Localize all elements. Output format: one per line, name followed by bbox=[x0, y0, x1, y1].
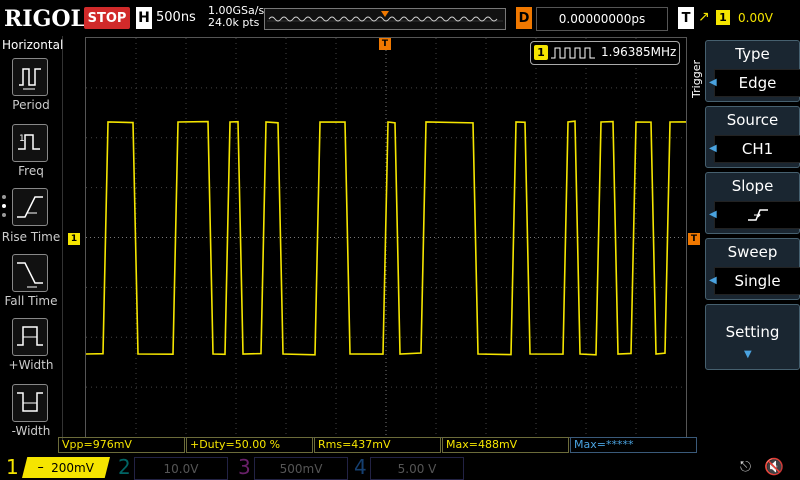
trigger-setting-title: Setting bbox=[706, 323, 799, 341]
frequency-readout: 1 1.96385MHz bbox=[530, 41, 680, 65]
svg-text:1: 1 bbox=[19, 134, 25, 144]
rise-time-label: Rise Time bbox=[0, 230, 62, 244]
trigger-source-value: CH1 bbox=[714, 135, 800, 163]
ch1-offset-marker[interactable]: 1 bbox=[68, 233, 80, 245]
left-arrow-icon: ◀ bbox=[709, 209, 717, 220]
acquisition-info: 1.00GSa/s 24.0k pts bbox=[208, 5, 264, 29]
trigger-menu-label: Trigger bbox=[690, 60, 703, 98]
horizontal-label: H bbox=[136, 7, 152, 29]
trigger-slope-value bbox=[714, 201, 800, 229]
ch1-scale-value: 200mV bbox=[51, 461, 94, 475]
measurement-max[interactable]: Max=488mV bbox=[442, 437, 569, 453]
left-arrow-icon: ◀ bbox=[709, 77, 717, 88]
minus-width-label: -Width bbox=[0, 424, 62, 438]
channel-status-bar: 1 ⎯ 200mV 2 10.0V 3 500mV 4 5.00 V ⎋ 🔇 bbox=[0, 455, 800, 480]
memory-overview-bar[interactable] bbox=[264, 8, 506, 30]
speaker-muted-icon[interactable]: 🔇 bbox=[764, 457, 784, 476]
ch4-scale-value: 5.00 V bbox=[398, 462, 437, 476]
trigger-type-button[interactable]: Type Edge ◀ bbox=[705, 40, 800, 102]
minus-width-icon bbox=[13, 385, 47, 421]
down-arrow-icon: ▼ bbox=[744, 349, 752, 360]
pulse-train-icon bbox=[551, 46, 597, 60]
measure-menu-header: Horizontal bbox=[2, 38, 63, 52]
trigger-sweep-button[interactable]: Sweep Single ◀ bbox=[705, 238, 800, 300]
ch1-scale[interactable]: ⎯ 200mV bbox=[22, 457, 110, 478]
trigger-sweep-value: Single bbox=[714, 267, 800, 295]
waveform-display[interactable] bbox=[85, 37, 687, 438]
rise-time-button[interactable] bbox=[12, 188, 48, 226]
trigger-type-title: Type bbox=[706, 45, 799, 63]
run-stop-indicator[interactable]: STOP bbox=[84, 7, 130, 29]
fall-time-icon bbox=[13, 255, 47, 291]
ch4-scale[interactable]: 5.00 V bbox=[370, 457, 464, 480]
measurement-max-2[interactable]: Max=***** bbox=[570, 437, 697, 453]
rising-edge-icon: ↗ bbox=[698, 9, 710, 25]
fall-time-button[interactable] bbox=[12, 254, 48, 292]
trigger-position-marker[interactable]: T bbox=[379, 38, 391, 50]
ch3-scale[interactable]: 500mV bbox=[254, 457, 348, 480]
waveform-graticule bbox=[86, 38, 686, 437]
trigger-slope-button[interactable]: Slope ◀ bbox=[705, 172, 800, 234]
trigger-source-title: Source bbox=[706, 111, 799, 129]
trigger-menu-panel: Type Edge ◀ Source CH1 ◀ Slope ◀ Sweep S… bbox=[705, 36, 800, 440]
measurement-duty[interactable]: +Duty=50.00 % bbox=[186, 437, 313, 453]
top-status-bar: RIGOL STOP H 500ns 1.00GSa/s 24.0k pts D… bbox=[0, 0, 800, 36]
memory-trigger-marker bbox=[381, 11, 389, 17]
memory-depth: 24.0k pts bbox=[208, 17, 264, 29]
trigger-level-marker[interactable]: T bbox=[688, 233, 700, 245]
ch1-waveform-trace bbox=[86, 121, 686, 355]
memory-waveform-overview bbox=[265, 9, 505, 29]
left-arrow-icon: ◀ bbox=[709, 143, 717, 154]
frequency-value: 1.96385MHz bbox=[601, 45, 676, 59]
trigger-setting-button[interactable]: Setting ▼ bbox=[705, 304, 800, 370]
trigger-level-value[interactable]: 0.00V bbox=[738, 11, 773, 25]
trigger-slope-title: Slope bbox=[706, 177, 799, 195]
period-label: Period bbox=[0, 98, 62, 112]
plus-width-icon bbox=[13, 319, 47, 355]
period-icon bbox=[13, 59, 47, 95]
ch2-scale-value: 10.0V bbox=[164, 462, 199, 476]
minus-width-button[interactable] bbox=[12, 384, 48, 422]
ch3-number[interactable]: 3 bbox=[238, 455, 251, 479]
measurement-vpp[interactable]: Vpp=976mV bbox=[58, 437, 185, 453]
usb-icon: ⎋ bbox=[740, 459, 751, 475]
measurement-bar: Vpp=976mV +Duty=50.00 % Rms=437mV Max=48… bbox=[58, 437, 698, 453]
ch3-scale-value: 500mV bbox=[280, 462, 323, 476]
ch1-number[interactable]: 1 bbox=[6, 455, 19, 479]
ch4-number[interactable]: 4 bbox=[354, 455, 367, 479]
freq-channel-badge: 1 bbox=[534, 45, 548, 60]
dc-coupling-icon: ⎯ bbox=[38, 462, 43, 473]
ch2-scale[interactable]: 10.0V bbox=[134, 457, 228, 480]
trigger-label: T bbox=[678, 7, 694, 29]
trigger-sweep-title: Sweep bbox=[706, 243, 799, 261]
rising-slope-icon bbox=[746, 207, 770, 223]
left-arrow-icon: ◀ bbox=[709, 275, 717, 286]
ch2-number[interactable]: 2 bbox=[118, 455, 131, 479]
timebase-value[interactable]: 500ns bbox=[156, 10, 196, 25]
delay-label: D bbox=[516, 7, 532, 29]
rise-time-icon bbox=[13, 189, 47, 225]
freq-label: Freq bbox=[0, 164, 62, 178]
trigger-source-button[interactable]: Source CH1 ◀ bbox=[705, 106, 800, 168]
fall-time-label: Fall Time bbox=[0, 294, 62, 308]
freq-button[interactable]: 1 bbox=[12, 124, 48, 162]
trigger-source-badge: 1 bbox=[716, 10, 730, 25]
plus-width-button[interactable] bbox=[12, 318, 48, 356]
measurement-rms[interactable]: Rms=437mV bbox=[314, 437, 441, 453]
delay-value[interactable]: 0.00000000ps bbox=[536, 7, 668, 31]
rigol-logo: RIGOL bbox=[4, 6, 86, 32]
period-button[interactable] bbox=[12, 58, 48, 96]
freq-icon: 1 bbox=[13, 125, 47, 161]
menu-page-indicator bbox=[1, 194, 7, 228]
trigger-type-value: Edge bbox=[714, 69, 800, 97]
plus-width-label: +Width bbox=[0, 358, 62, 372]
